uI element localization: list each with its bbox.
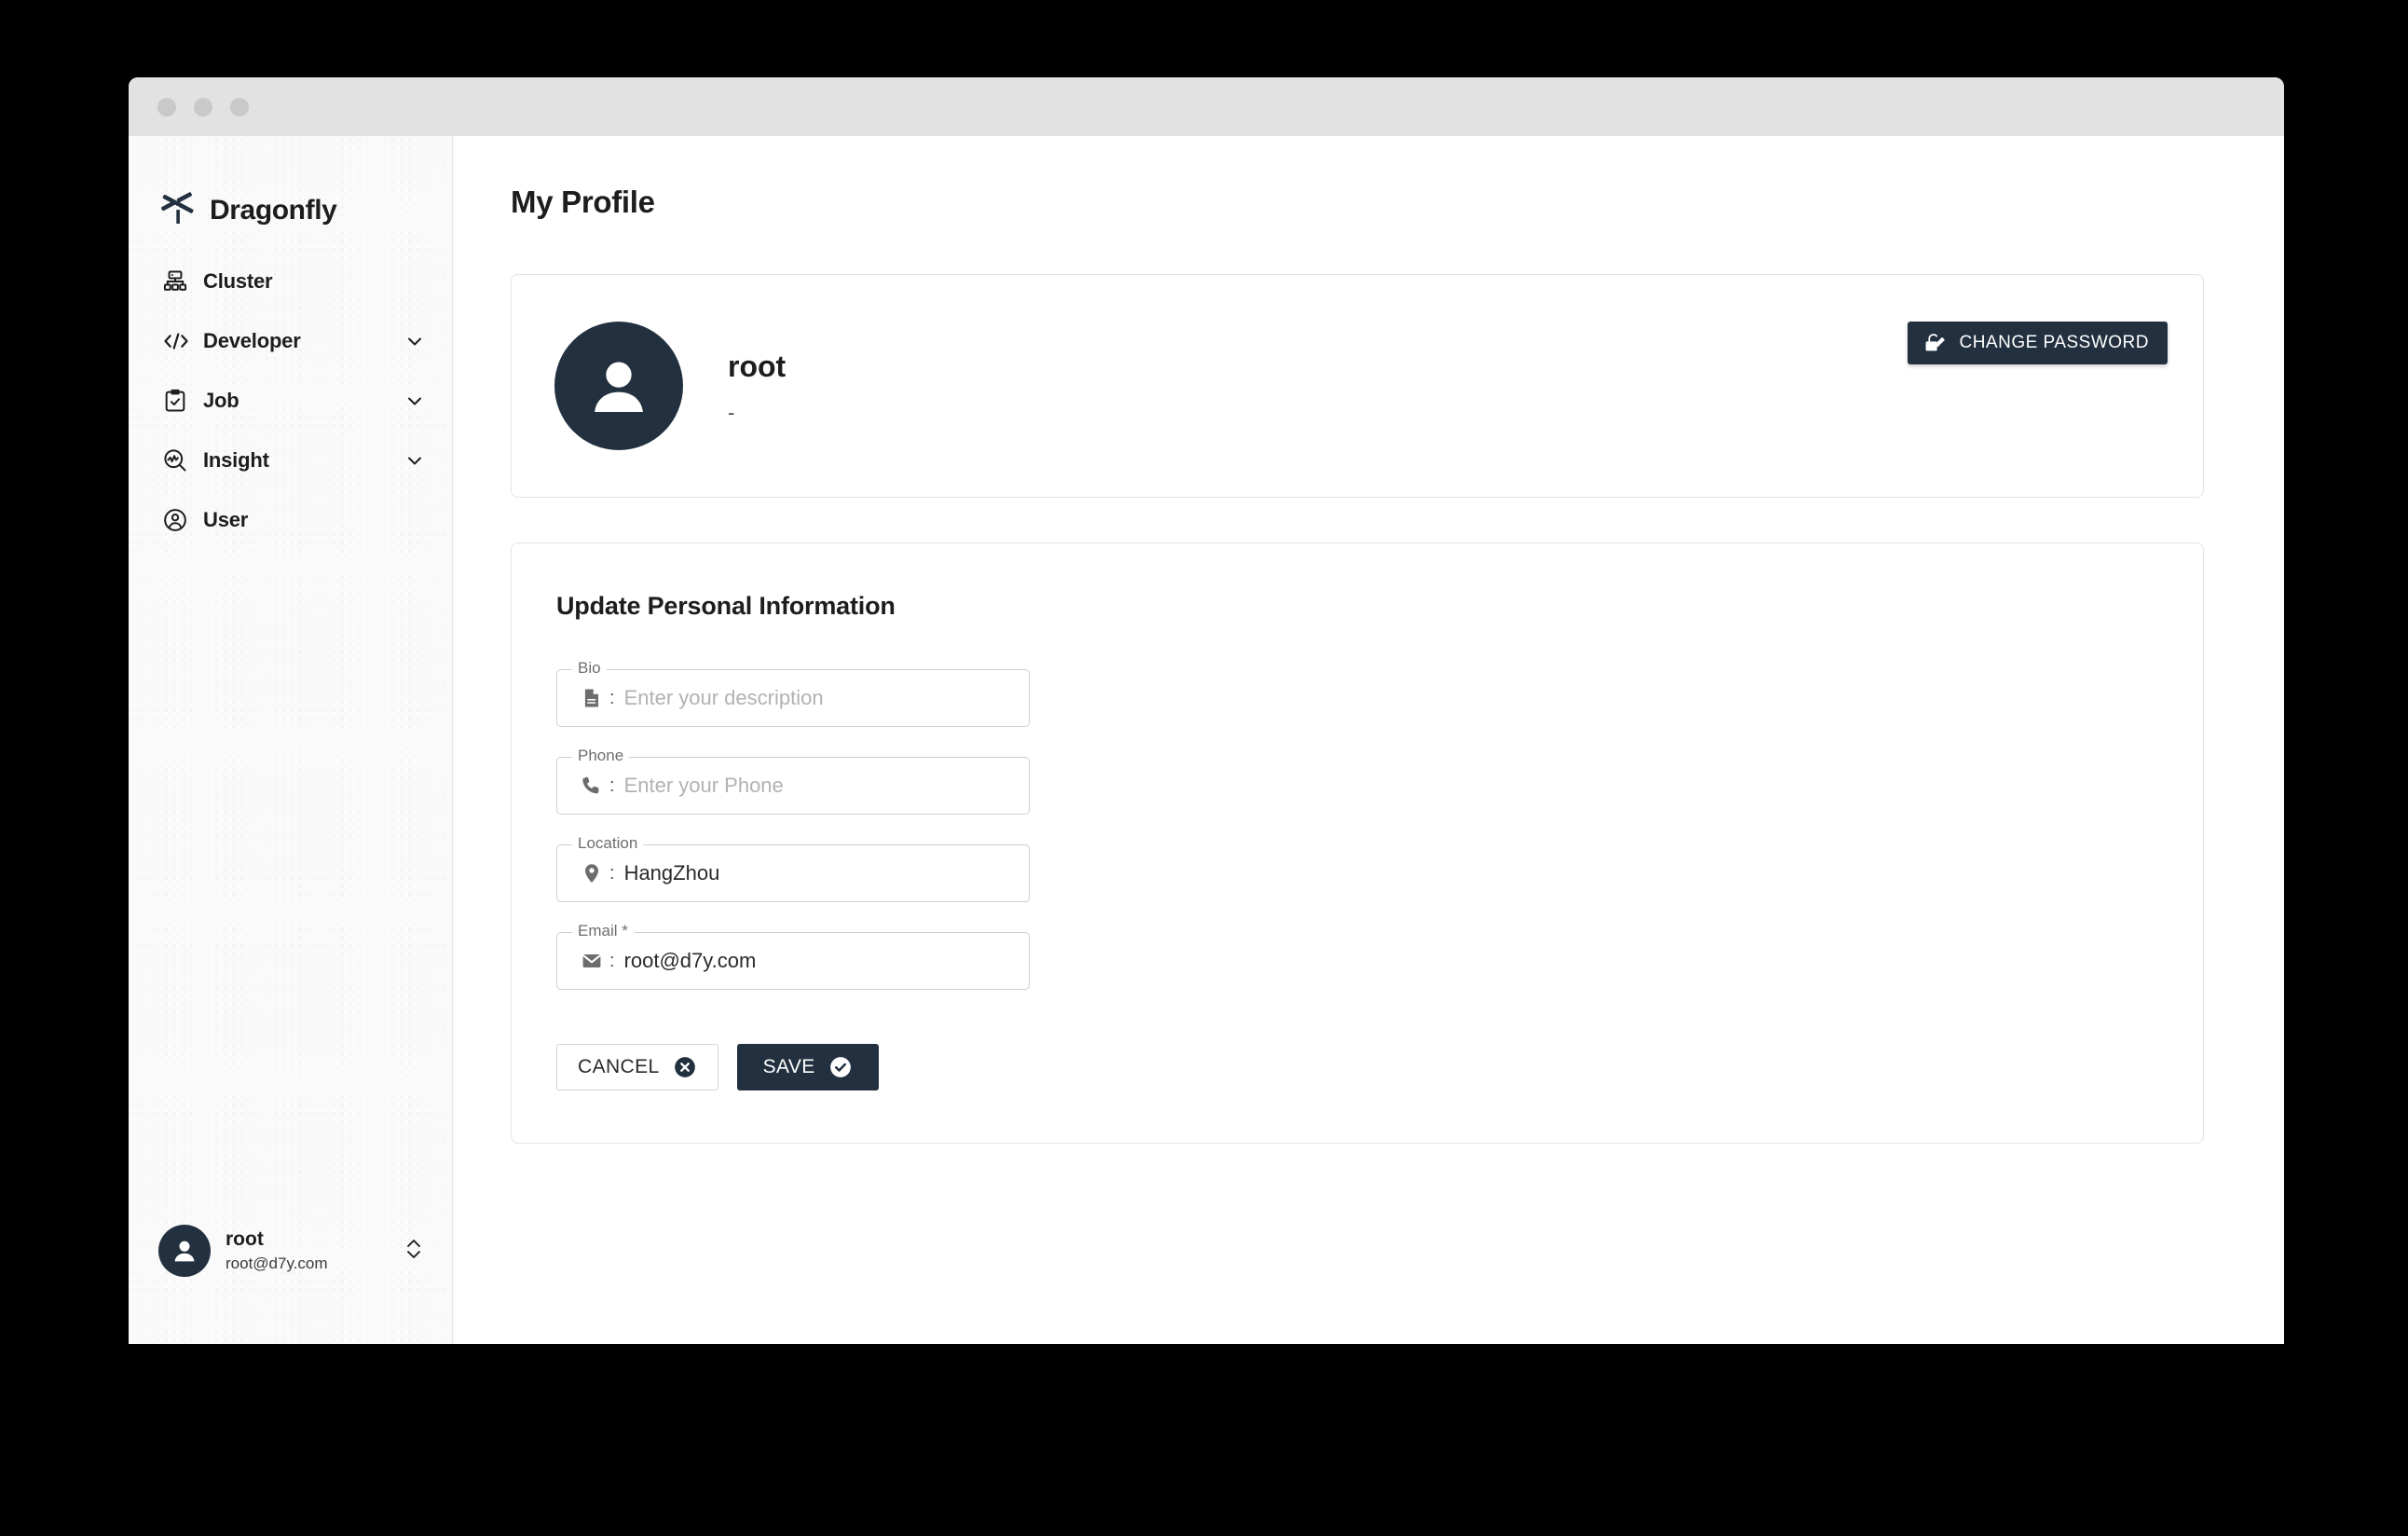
save-button-label: SAVE bbox=[762, 1056, 815, 1077]
sidebar-item-label: Insight bbox=[203, 448, 269, 472]
window-maximize-button[interactable] bbox=[230, 97, 249, 117]
brand-name: Dragonfly bbox=[210, 195, 337, 226]
profile-card: root - CHANGE PASSWORD bbox=[511, 274, 2204, 498]
form-actions: CANCEL SAVE bbox=[556, 1044, 2203, 1090]
field-separator: : bbox=[609, 950, 615, 971]
save-button[interactable]: SAVE bbox=[736, 1044, 879, 1090]
lock-edit-icon bbox=[1922, 332, 1946, 355]
cancel-button-label: CANCEL bbox=[578, 1056, 660, 1077]
sidebar-nav: Cluster Developer Job Insight User bbox=[129, 240, 452, 550]
sidebar: Dragonfly Cluster Developer Job Insight … bbox=[129, 136, 453, 1344]
brand[interactable]: Dragonfly bbox=[129, 136, 452, 240]
mail-icon bbox=[578, 950, 606, 972]
cluster-icon bbox=[162, 268, 194, 295]
insight-search-icon bbox=[162, 447, 194, 473]
check-circle-icon bbox=[828, 1055, 853, 1079]
bio-field[interactable]: Bio : bbox=[556, 660, 1030, 727]
sidebar-item-job[interactable]: Job bbox=[129, 371, 452, 431]
sidebar-item-label: Job bbox=[203, 389, 239, 412]
bio-input[interactable] bbox=[623, 686, 1012, 710]
profile-name: root bbox=[728, 349, 787, 383]
sidebar-item-developer[interactable]: Developer bbox=[129, 311, 452, 371]
phone-field[interactable]: Phone : bbox=[556, 747, 1030, 815]
phone-input[interactable] bbox=[623, 774, 1012, 798]
chevron-up-down-icon[interactable] bbox=[404, 1234, 424, 1269]
sidebar-item-label: User bbox=[203, 508, 249, 531]
sidebar-account-name: root bbox=[226, 1227, 264, 1250]
field-separator: : bbox=[609, 775, 615, 796]
profile-info: root - bbox=[728, 349, 786, 423]
sidebar-item-user[interactable]: User bbox=[129, 490, 452, 550]
browser-window: Dragonfly Cluster Developer Job Insight … bbox=[129, 77, 2284, 1344]
chevron-down-icon[interactable] bbox=[404, 390, 426, 412]
sidebar-item-insight[interactable]: Insight bbox=[129, 431, 452, 490]
dragonfly-logo-icon bbox=[159, 190, 197, 232]
cancel-button[interactable]: CANCEL bbox=[556, 1044, 718, 1090]
form-title: Update Personal Information bbox=[556, 592, 896, 620]
email-field[interactable]: Email * : bbox=[556, 923, 1030, 990]
main-content: My Profile root - CHANGE PASSWORD Update… bbox=[453, 136, 2284, 1344]
sidebar-item-label: Developer bbox=[203, 329, 301, 352]
location-input[interactable] bbox=[623, 861, 1012, 885]
update-personal-information-card: Update Personal Information Bio : Enter … bbox=[511, 542, 2204, 1144]
avatar bbox=[158, 1225, 211, 1277]
sidebar-account-email: root@d7y.com bbox=[226, 1255, 328, 1273]
cancel-circle-icon bbox=[673, 1055, 697, 1079]
page-title: My Profile bbox=[511, 185, 655, 219]
email-field-legend: Email * bbox=[572, 923, 634, 939]
window-body: Dragonfly Cluster Developer Job Insight … bbox=[129, 136, 2284, 1344]
sidebar-account-text: root root@d7y.com bbox=[226, 1227, 389, 1275]
field-separator: : bbox=[609, 687, 615, 708]
clipboard-check-icon bbox=[162, 388, 194, 414]
phone-field-legend: Phone bbox=[572, 747, 630, 763]
bio-field-legend: Bio bbox=[572, 660, 607, 676]
window-close-button[interactable] bbox=[157, 97, 176, 117]
window-minimize-button[interactable] bbox=[194, 97, 212, 117]
location-field-legend: Location bbox=[572, 835, 644, 851]
sidebar-account-switcher[interactable]: root root@d7y.com bbox=[129, 1206, 452, 1296]
phone-icon bbox=[578, 775, 606, 797]
field-separator: : bbox=[609, 862, 615, 884]
location-field[interactable]: Location : bbox=[556, 835, 1030, 902]
sidebar-item-label: Cluster bbox=[203, 269, 273, 293]
avatar bbox=[554, 322, 683, 450]
profile-subtitle: - bbox=[728, 401, 735, 425]
change-password-button[interactable]: CHANGE PASSWORD bbox=[1908, 322, 2168, 364]
chevron-down-icon[interactable] bbox=[404, 449, 426, 472]
sidebar-item-cluster[interactable]: Cluster bbox=[129, 252, 452, 311]
change-password-label: CHANGE PASSWORD bbox=[1959, 333, 2149, 352]
email-input[interactable] bbox=[623, 949, 1012, 973]
user-circle-icon bbox=[162, 507, 194, 533]
location-pin-icon bbox=[578, 862, 606, 885]
chevron-down-icon[interactable] bbox=[404, 330, 426, 352]
description-icon bbox=[578, 687, 606, 709]
code-icon bbox=[162, 328, 194, 354]
window-titlebar bbox=[129, 77, 2284, 136]
